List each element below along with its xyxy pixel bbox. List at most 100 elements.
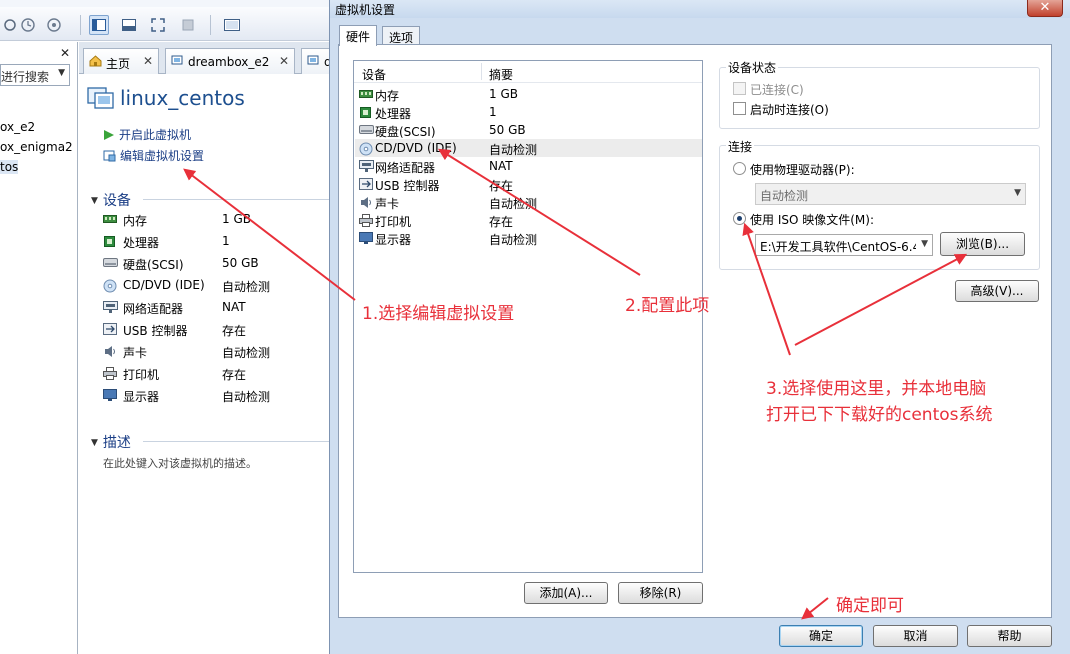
browse-button[interactable]: 浏览(B)... <box>940 232 1025 256</box>
radio-label: 使用 ISO 映像文件(M): <box>750 213 874 227</box>
device-row[interactable]: 内存 1 GB <box>103 209 323 231</box>
connected-checkbox[interactable]: 已连接(C) <box>733 81 853 97</box>
device-row[interactable]: 声卡 自动检测 <box>103 341 323 363</box>
device-name: USB 控制器 <box>375 179 440 193</box>
vm-icon <box>171 55 184 70</box>
tab-home[interactable]: 主页 ✕ <box>83 48 159 74</box>
console-view-icon[interactable] <box>119 15 139 35</box>
memory-icon <box>359 88 373 102</box>
close-icon[interactable]: ✕ <box>1027 0 1063 17</box>
fullscreen-icon[interactable] <box>148 15 168 35</box>
iso-path-value: E:\开发工具软件\CentOS-6.4 <box>760 240 916 254</box>
devices-section-heading[interactable]: ▼ 设备 <box>91 190 333 210</box>
device-row[interactable]: 硬盘(SCSI) 50 GB <box>103 253 323 275</box>
sidebar-toggle-icon[interactable] <box>89 15 109 35</box>
device-value: 存在 <box>222 324 247 338</box>
advanced-button[interactable]: 高级(V)... <box>955 280 1039 302</box>
cancel-button[interactable]: 取消 <box>873 625 958 647</box>
remove-device-button[interactable]: 移除(R) <box>618 582 703 604</box>
device-list-row[interactable]: USB 控制器 存在 <box>355 175 702 193</box>
physical-drive-select[interactable]: 自动检测 ▼ <box>755 183 1026 205</box>
dialog-titlebar: 虚拟机设置 ✕ <box>330 0 1070 18</box>
library-item[interactable]: ox_enigma2 <box>0 140 73 154</box>
device-list-row[interactable]: 内存 1 GB <box>355 85 702 103</box>
device-value: 存在 <box>489 215 514 229</box>
action-label: 编辑虚拟机设置 <box>120 149 205 163</box>
device-list-row[interactable]: 打印机 存在 <box>355 211 702 229</box>
device-name: 内存 <box>123 214 148 228</box>
device-row[interactable]: 打印机 存在 <box>103 363 323 385</box>
connect-at-power-on-checkbox[interactable]: 启动时连接(O) <box>733 101 853 117</box>
help-button[interactable]: 帮助 <box>967 625 1052 647</box>
power-icon[interactable] <box>0 15 20 35</box>
tab-options[interactable]: 选项 <box>382 26 421 46</box>
device-value: 存在 <box>489 179 514 193</box>
power-on-link[interactable]: 开启此虚拟机 <box>103 126 191 144</box>
device-list-row[interactable]: 网络适配器 NAT <box>355 157 702 175</box>
annotation-text: 2.配置此项 <box>625 296 710 316</box>
physical-drive-radio[interactable]: 使用物理驱动器(P): <box>733 161 893 177</box>
snapshot-revert-icon[interactable] <box>18 15 38 35</box>
device-value: 50 GB <box>489 123 526 137</box>
action-label: 开启此虚拟机 <box>119 128 192 142</box>
device-list-row[interactable]: 硬盘(SCSI) 50 GB <box>355 121 702 139</box>
library-search-placeholder: 进行搜索 <box>1 70 50 84</box>
device-value: 自动检测 <box>489 197 538 211</box>
library-item[interactable]: ox_e2 <box>0 120 35 134</box>
edit-vm-settings-link[interactable]: 编辑虚拟机设置 <box>103 147 204 165</box>
device-row[interactable]: 显示器 自动检测 <box>103 385 323 407</box>
tab-vm[interactable]: dreambox_e2 ✕ <box>165 48 295 74</box>
vm-tab-bar: 主页 ✕ dreambox_e2 ✕ d <box>79 42 330 74</box>
device-value: 自动检测 <box>222 346 271 360</box>
vm-description[interactable]: 在此处键入对该虚拟机的描述。 <box>103 455 257 471</box>
device-row[interactable]: 处理器 1 <box>103 231 323 253</box>
device-value: 1 <box>489 105 497 119</box>
tab-hardware[interactable]: 硬件 <box>339 25 378 46</box>
device-list-row[interactable]: 处理器 1 <box>355 103 702 121</box>
device-value: 自动检测 <box>489 143 538 157</box>
description-section-heading[interactable]: ▼ 描述 <box>91 432 333 452</box>
device-value: 1 <box>222 234 230 248</box>
iso-image-radio[interactable]: 使用 ISO 映像文件(M): <box>733 211 893 227</box>
collapse-icon: ▼ <box>91 196 98 206</box>
chevron-down-icon[interactable]: ▼ <box>921 239 928 249</box>
section-divider <box>143 199 333 200</box>
device-value: 自动检测 <box>222 390 271 404</box>
device-row[interactable]: CD/DVD (IDE) 自动检测 <box>103 275 323 297</box>
device-row[interactable]: USB 控制器 存在 <box>103 319 323 341</box>
annotation-text: 1.选择编辑虚拟设置 <box>362 304 515 324</box>
close-icon[interactable]: ✕ <box>143 54 153 68</box>
device-value: 自动检测 <box>489 233 538 247</box>
section-divider <box>143 441 333 442</box>
iso-path-input[interactable]: E:\开发工具软件\CentOS-6.4 ▼ <box>755 234 933 256</box>
column-header-device[interactable]: 设备 <box>362 66 386 83</box>
dialog-title: 虚拟机设置 <box>335 3 396 17</box>
printer-icon <box>359 214 373 230</box>
tab-vm[interactable]: d <box>301 48 330 74</box>
add-device-button[interactable]: 添加(A)... <box>524 582 608 604</box>
display-view-icon[interactable] <box>222 15 242 35</box>
device-name: USB 控制器 <box>123 324 188 338</box>
device-name: 打印机 <box>123 368 160 382</box>
snapshot-manager-icon[interactable] <box>44 15 64 35</box>
unity-icon[interactable] <box>178 15 198 35</box>
toolbar-divider <box>210 15 211 35</box>
library-item[interactable]: tos <box>0 160 19 174</box>
device-name: 处理器 <box>375 107 412 121</box>
library-close-icon[interactable]: ✕ <box>60 46 70 60</box>
tab-label: 主页 <box>106 57 131 71</box>
display-icon <box>359 232 373 248</box>
network-icon <box>359 160 374 175</box>
device-list-row[interactable]: 显示器 自动检测 <box>355 229 702 247</box>
device-list-row[interactable]: CD/DVD (IDE) 自动检测 <box>355 139 702 157</box>
tab-label: dreambox_e2 <box>188 55 270 69</box>
collapse-icon: ▼ <box>91 438 98 448</box>
close-icon[interactable]: ✕ <box>279 54 289 68</box>
column-header-summary[interactable]: 摘要 <box>489 66 513 83</box>
device-row[interactable]: 网络适配器 NAT <box>103 297 323 319</box>
chevron-down-icon[interactable]: ▼ <box>58 68 65 78</box>
library-search-input[interactable]: 进行搜索 ▼ <box>0 64 70 86</box>
play-icon <box>103 129 115 144</box>
ok-button[interactable]: 确定 <box>779 625 863 647</box>
device-list-row[interactable]: 声卡 自动检测 <box>355 193 702 211</box>
